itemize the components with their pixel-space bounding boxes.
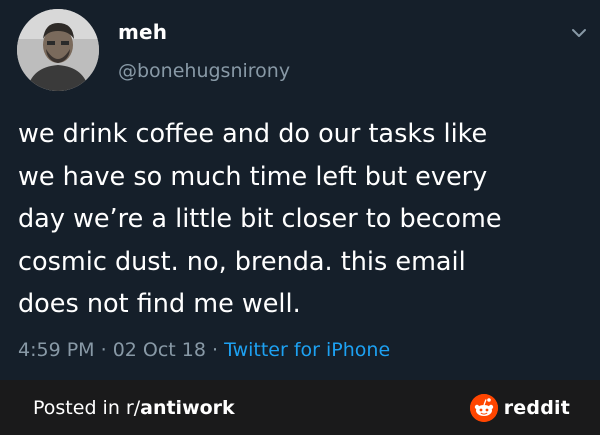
avatar[interactable]	[17, 9, 99, 91]
tweet-text-line: we have so much time left but every	[18, 161, 488, 192]
reddit-wordmark: reddit	[503, 397, 570, 419]
tweet-text-line: cosmic dust. no, brenda. this email	[18, 246, 466, 277]
chevron-down-icon[interactable]	[570, 24, 588, 42]
reddit-alien-icon	[469, 394, 498, 422]
posted-in-prefix: Posted in r/	[33, 397, 141, 419]
tweet-text: we drink coffee and do our tasks like we…	[18, 113, 588, 326]
tweet-text-line: does not find me well.	[18, 289, 301, 319]
subreddit-link[interactable]: antiwork	[140, 397, 235, 419]
posted-in-text: Posted in r/antiwork	[33, 397, 235, 419]
tweet-metadata: 4:59 PM · 02 Oct 18 · Twitter for iPhone	[18, 339, 390, 361]
avatar-photo	[17, 9, 99, 91]
tweet-card: meh @bonehugsnirony we drink coffee and …	[0, 0, 600, 380]
meta-separator: ·	[205, 339, 225, 361]
user-handle[interactable]: @bonehugsnirony	[118, 60, 290, 82]
tweet-date[interactable]: 02 Oct 18	[113, 339, 206, 361]
tweet-text-line: we drink coffee and do our tasks like	[18, 119, 488, 149]
tweet-text-line: day we’re a little bit closer to become	[18, 204, 502, 234]
reddit-logo[interactable]: reddit	[469, 394, 570, 422]
tweet-source-link[interactable]: Twitter for iPhone	[224, 339, 390, 361]
tweet-time[interactable]: 4:59 PM	[18, 339, 95, 361]
display-name[interactable]: meh	[118, 20, 167, 44]
meta-separator: ·	[94, 339, 113, 361]
reddit-footer: Posted in r/antiwork reddit	[0, 380, 600, 435]
